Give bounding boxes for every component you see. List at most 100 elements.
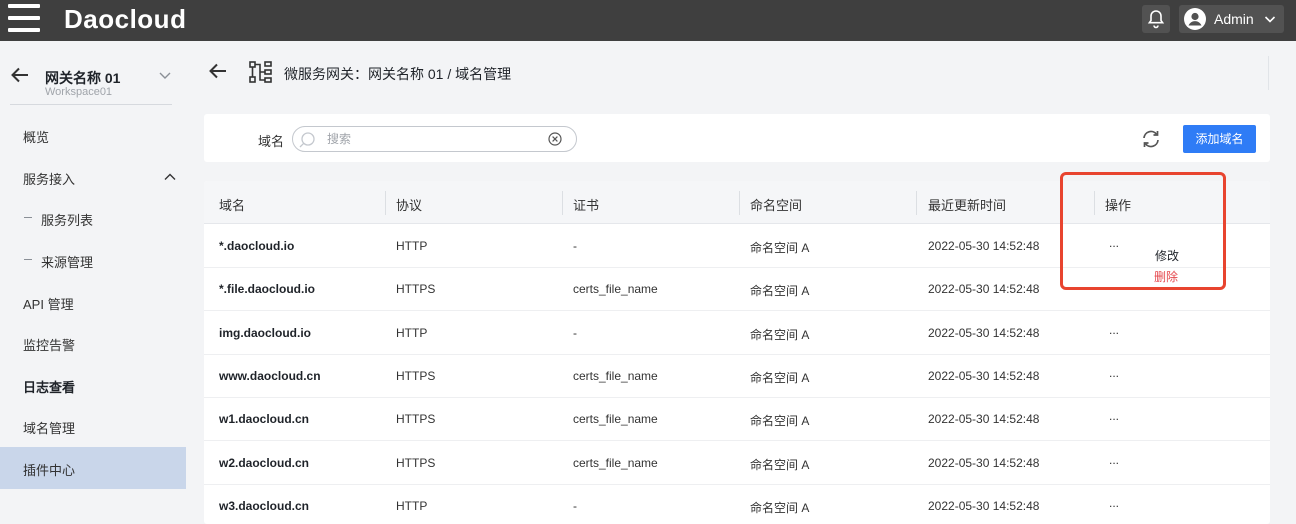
divider xyxy=(1268,56,1269,90)
sidebar-item-service-list[interactable]: 服务列表 xyxy=(0,197,186,239)
cell-cert: certs_file_name xyxy=(573,368,658,383)
cell-protocol: HTTPS xyxy=(396,412,436,427)
filter-bar: 域名 添加域名 xyxy=(204,114,1270,162)
top-bar: Daocloud Admin xyxy=(0,0,1296,41)
cell-namespace: 命名空间 A xyxy=(750,370,810,385)
breadcrumb: 微服务网关：网关名称 01 / 域名管理 xyxy=(284,66,512,82)
refresh-icon[interactable] xyxy=(1140,128,1162,150)
indent-dash xyxy=(24,259,32,260)
user-menu-button[interactable]: Admin xyxy=(1179,5,1284,33)
row-action-menu: 修改 删除 xyxy=(1138,240,1198,286)
cell-domain: w3.daocloud.cn xyxy=(219,498,310,513)
back-arrow-icon[interactable] xyxy=(208,62,228,80)
sidebar-item-plugin-center[interactable]: 插件中心 xyxy=(0,447,186,489)
header-protocol: 协议 xyxy=(396,198,423,213)
header-separator xyxy=(385,191,386,215)
cell-domain: img.daocloud.io xyxy=(219,325,311,340)
header-separator xyxy=(562,191,563,215)
header-updated: 最近更新时间 xyxy=(928,198,1007,213)
cell-namespace: 命名空间 A xyxy=(750,327,810,342)
cell-domain: *.daocloud.io xyxy=(219,239,295,253)
cell-updated: 2022-05-30 14:52:48 xyxy=(928,239,1040,253)
cell-cert: - xyxy=(573,239,577,253)
divider xyxy=(10,104,172,105)
header-namespace: 命名空间 xyxy=(750,198,803,213)
cell-cert: certs_file_name xyxy=(573,282,658,297)
table-row: w1.daocloud.cn HTTPS certs_file_name 命名空间 A… xyxy=(204,398,1270,442)
cell-protocol: HTTP xyxy=(396,325,428,340)
cell-updated: 2022-05-30 14:52:48 xyxy=(928,325,1040,340)
workspace-name[interactable]: 网关名称 01 xyxy=(45,68,120,88)
sidebar-item-source-management[interactable]: 来源管理 xyxy=(0,239,186,281)
menu-icon[interactable] xyxy=(8,4,40,34)
chevron-down-icon xyxy=(1264,16,1276,23)
workspace-sub: Workspace01 xyxy=(45,86,113,98)
cell-protocol: HTTPS xyxy=(396,455,436,470)
cell-updated: 2022-05-30 14:52:48 xyxy=(928,282,1040,297)
table-row: www.daocloud.cn HTTPS certs_file_name 命名空间 … xyxy=(204,355,1270,398)
cell-namespace: 命名空间 A xyxy=(750,457,810,472)
cell-domain: www.daocloud.cn xyxy=(219,368,321,383)
cell-cert: - xyxy=(573,498,577,513)
header-domain: 域名 xyxy=(219,198,246,213)
cell-protocol: HTTPS xyxy=(396,368,436,383)
cell-domain: *.file.daocloud.io xyxy=(219,282,316,297)
table-row: w2.daocloud.cn HTTPS certs_file_name 命名空间 A… xyxy=(204,442,1270,485)
clear-icon[interactable] xyxy=(548,132,562,146)
cell-updated: 2022-05-30 14:52:48 xyxy=(928,368,1040,383)
header-cert: 证书 xyxy=(573,198,600,213)
more-actions-button[interactable]: ... xyxy=(1109,409,1119,423)
sidebar-item-service-access[interactable]: 服务接入 xyxy=(0,156,186,198)
filter-label: 域名 xyxy=(258,134,285,149)
cell-protocol: HTTP xyxy=(396,239,428,253)
cell-updated: 2022-05-30 14:52:48 xyxy=(928,498,1040,513)
delete-menu-item[interactable]: 删除 xyxy=(1154,268,1178,285)
cell-cert: - xyxy=(573,325,577,340)
sidebar-item-logs[interactable]: 日志查看 xyxy=(0,364,186,406)
add-domain-button[interactable]: 添加域名 xyxy=(1183,125,1256,153)
cell-protocol: HTTPS xyxy=(396,282,436,297)
table-row: *.daocloud.io HTTP - 命名空间 A 2022-05-30 14:52… xyxy=(204,225,1270,268)
sidebar-item-monitoring[interactable]: 监控告警 xyxy=(0,322,186,364)
indent-dash xyxy=(24,217,32,218)
user-avatar-icon xyxy=(1184,8,1206,30)
header-separator xyxy=(916,191,917,215)
chevron-up-icon xyxy=(164,173,176,180)
more-actions-button[interactable]: ... xyxy=(1109,366,1119,380)
domain-table: 域名 协议 证书 命名空间 最近更新时间 操作 *.daocloud.io HTT… xyxy=(204,181,1270,524)
tree-icon xyxy=(249,61,272,83)
cell-cert: certs_file_name xyxy=(573,412,658,427)
header-actions: 操作 xyxy=(1105,198,1132,213)
table-row: img.daocloud.io HTTP - 命名空间 A 2022-05-30 14:… xyxy=(204,312,1270,355)
table-header: 域名 协议 证书 命名空间 最近更新时间 操作 xyxy=(204,181,1270,224)
chevron-down-icon[interactable] xyxy=(158,68,172,82)
search-input[interactable] xyxy=(327,131,537,147)
cell-namespace: 命名空间 A xyxy=(750,414,810,429)
sidebar-item-overview[interactable]: 概览 xyxy=(0,114,186,156)
user-name: Admin xyxy=(1214,11,1254,27)
notifications-button[interactable] xyxy=(1142,5,1170,33)
sidebar: 网关名称 01 Workspace01 概览 服务接入 服务列表 来源管理 AP… xyxy=(0,41,186,524)
cell-protocol: HTTP xyxy=(396,498,428,513)
back-arrow-icon[interactable] xyxy=(10,66,30,84)
more-actions-button[interactable]: ... xyxy=(1109,236,1119,250)
edit-menu-item[interactable]: 修改 xyxy=(1155,247,1179,264)
cell-updated: 2022-05-30 14:52:48 xyxy=(928,455,1040,470)
cell-namespace: 命名空间 A xyxy=(750,241,810,255)
cell-namespace: 命名空间 A xyxy=(750,284,810,299)
table-row: w3.daocloud.cn HTTP - 命名空间 A 2022-05-30 14:5… xyxy=(204,485,1270,524)
more-actions-button[interactable]: ... xyxy=(1109,453,1119,467)
header-separator xyxy=(739,191,740,215)
header-separator xyxy=(1094,191,1095,215)
more-actions-button[interactable]: ... xyxy=(1109,496,1119,510)
search-icon xyxy=(299,132,315,148)
cell-domain: w1.daocloud.cn xyxy=(219,412,310,427)
more-actions-button[interactable]: ... xyxy=(1109,323,1119,337)
search-box[interactable] xyxy=(292,126,577,152)
sidebar-item-api-management[interactable]: API 管理 xyxy=(0,281,186,323)
more-actions-button[interactable]: ... xyxy=(1109,279,1119,293)
cell-namespace: 命名空间 A xyxy=(750,500,810,515)
sidebar-item-domain-management[interactable]: 域名管理 xyxy=(0,405,186,447)
cell-cert: certs_file_name xyxy=(573,455,658,470)
cell-updated: 2022-05-30 14:52:48 xyxy=(928,412,1040,427)
